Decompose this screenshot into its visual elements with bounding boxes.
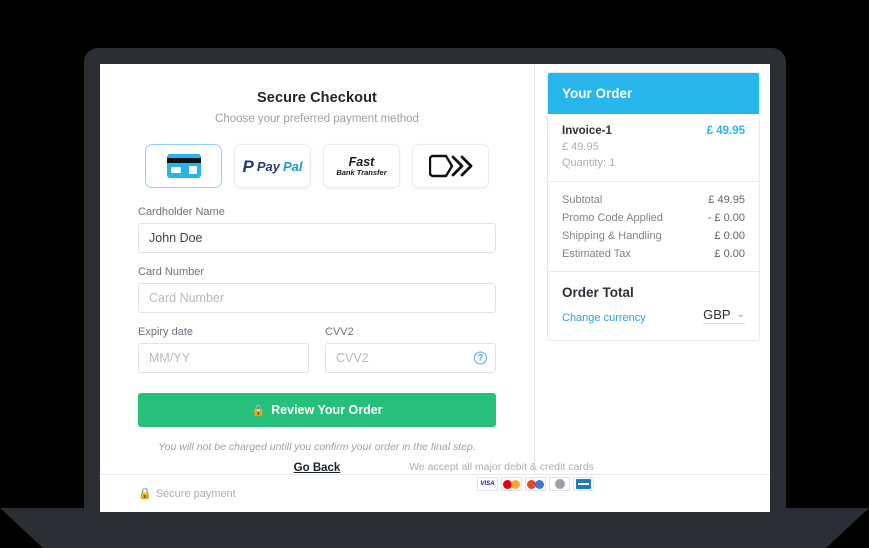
card-brand-logos: VISA (409, 477, 594, 491)
screenshot-stage: Secure Checkout Choose your preferred pa… (0, 0, 869, 548)
currency-value: GBP (703, 307, 731, 322)
total-amount: £ 0.00 (714, 248, 745, 260)
order-total-label: Order Total (562, 285, 634, 300)
checkout-footer: 🔒 Secure payment We accept all major deb… (100, 461, 770, 512)
browser-screen: Secure Checkout Choose your preferred pa… (100, 64, 770, 512)
order-total-section: Order Total Change currency GBP ⌄ (548, 272, 759, 340)
checkout-content: Secure Checkout Choose your preferred pa… (100, 64, 770, 474)
lock-icon: 🔒 (138, 488, 152, 500)
question-circle-icon[interactable]: ? (474, 351, 487, 365)
card-number-field-group: Card Number (138, 266, 496, 313)
total-label: Shipping & Handling (562, 230, 662, 242)
cardholder-field-group: Cardholder Name (138, 206, 496, 253)
cvv-label: CVV2 (325, 326, 354, 338)
page-subtitle: Choose your preferred payment method (215, 113, 419, 125)
accepted-cards-block: We accept all major debit & credit cards… (409, 461, 594, 491)
credit-card-icon (166, 154, 201, 178)
cardholder-label: Cardholder Name (138, 206, 225, 218)
cardholder-input[interactable] (138, 223, 496, 253)
order-totals: Subtotal £ 49.95 Promo Code Applied - £ … (548, 182, 759, 272)
payment-form: Cardholder Name Card Number Expiry date (100, 206, 534, 474)
review-order-button[interactable]: 🔒 Review Your Order (138, 393, 496, 427)
visa-icon: VISA (477, 477, 498, 491)
order-item-unit-price: £ 49.95 (562, 141, 599, 153)
order-item: Invoice-1 £ 49.95 £ 49.95 Quantity: 1 (562, 125, 745, 169)
review-order-label: Review Your Order (271, 403, 383, 417)
payment-method-paypal[interactable]: P Pay Pal (234, 144, 311, 188)
paypal-word-pal: Pal (282, 158, 303, 174)
payment-method-tabs: P Pay Pal Fast Bank Transfer (100, 144, 534, 188)
payment-method-fast-bank-transfer[interactable]: Fast Bank Transfer (323, 144, 400, 188)
fast-logo-line2: Bank Transfer (336, 167, 387, 177)
payment-method-chevron-wallet[interactable] (412, 144, 489, 188)
total-amount: £ 49.95 (708, 194, 745, 206)
page-title: Secure Checkout (257, 90, 377, 106)
mastercard-icon (501, 477, 522, 491)
order-items: Invoice-1 £ 49.95 £ 49.95 Quantity: 1 (548, 114, 759, 182)
paypal-mark-icon: P (242, 156, 254, 176)
change-currency-link[interactable]: Change currency (562, 312, 646, 324)
expiry-input[interactable] (138, 343, 309, 373)
fast-logo-line1: Fast (348, 154, 375, 169)
total-row-tax: Estimated Tax £ 0.00 (562, 248, 745, 260)
total-amount: - £ 0.00 (707, 212, 745, 224)
secure-payment-badge: 🔒 Secure payment (138, 487, 236, 501)
card-number-label: Card Number (138, 266, 205, 278)
secure-payment-label: Secure payment (155, 487, 236, 500)
diners-club-icon (549, 477, 570, 491)
expiry-label: Expiry date (138, 326, 194, 338)
paypal-word-pay: Pay (256, 158, 280, 174)
paypal-logo: P Pay Pal (243, 158, 303, 175)
payment-pane: Secure Checkout Choose your preferred pa… (100, 64, 534, 474)
order-item-quantity: Quantity: 1 (562, 157, 616, 169)
order-header: Your Order (548, 73, 759, 114)
lock-icon: 🔒 (251, 404, 266, 417)
chevron-arrows-icon (428, 154, 472, 178)
expiry-cvv-row: Expiry date CVV2 ? (138, 326, 496, 373)
total-row-shipping: Shipping & Handling £ 0.00 (562, 230, 745, 242)
order-item-top: Invoice-1 £ 49.95 (562, 125, 745, 137)
total-label: Promo Code Applied (562, 212, 663, 224)
charge-disclaimer: You will not be charged untill you confi… (158, 441, 476, 453)
cvv-field-group: CVV2 ? (325, 326, 496, 373)
maestro-icon (525, 477, 546, 491)
cvv-input-wrapper: ? (325, 343, 496, 373)
total-amount: £ 0.00 (714, 230, 745, 242)
total-label: Subtotal (562, 194, 603, 206)
order-total-bottom: Change currency GBP ⌄ (562, 307, 745, 324)
fast-bank-transfer-logo: Fast Bank Transfer (336, 154, 387, 177)
order-item-name: Invoice-1 (562, 125, 612, 137)
expiry-field-group: Expiry date (138, 326, 309, 373)
chevron-down-icon: ⌄ (736, 309, 745, 320)
order-summary-pane: Your Order Invoice-1 £ 49.95 £ 49.95 Qua… (535, 64, 770, 474)
american-express-icon (573, 477, 594, 491)
total-label: Estimated Tax (562, 248, 631, 260)
order-card: Your Order Invoice-1 £ 49.95 £ 49.95 Qua… (547, 72, 760, 341)
currency-selector[interactable]: GBP ⌄ (703, 307, 745, 324)
cvv-input[interactable] (325, 343, 496, 373)
card-number-input[interactable] (138, 283, 496, 313)
order-item-price: £ 49.95 (706, 125, 745, 137)
total-row-subtotal: Subtotal £ 49.95 (562, 194, 745, 206)
laptop-base (0, 508, 869, 548)
payment-method-card[interactable] (145, 144, 222, 188)
accepted-cards-text: We accept all major debit & credit cards (409, 461, 594, 473)
total-row-promo: Promo Code Applied - £ 0.00 (562, 212, 745, 224)
